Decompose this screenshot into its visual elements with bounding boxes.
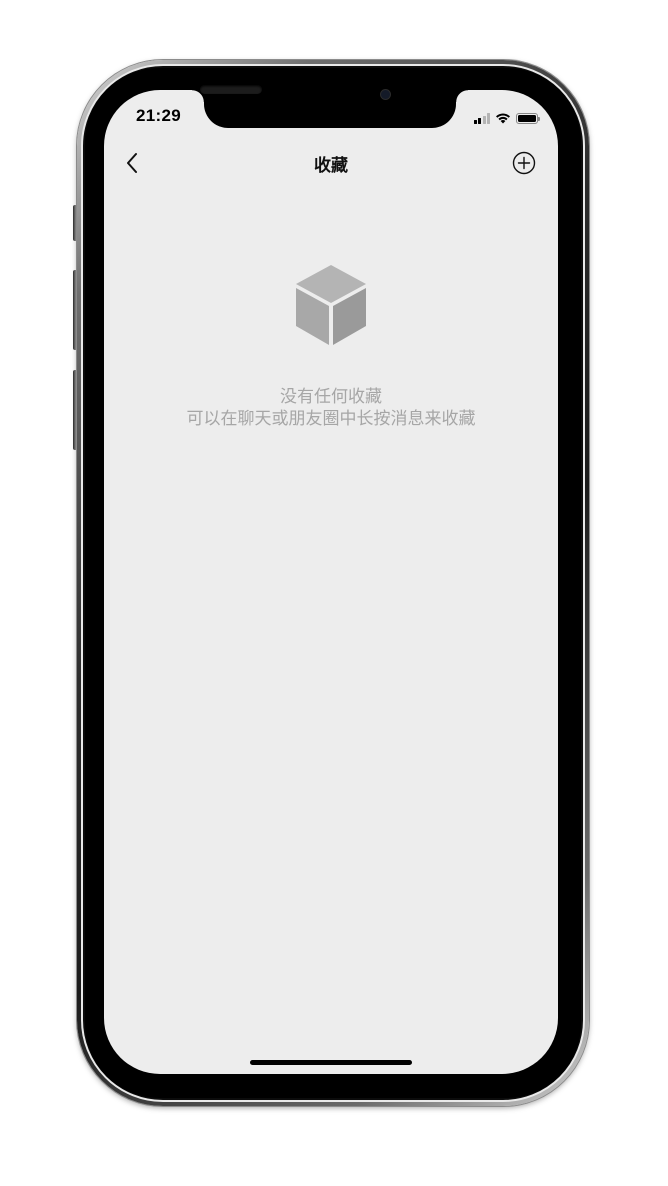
wifi-icon	[496, 113, 510, 124]
empty-state-hint: 可以在聊天或朋友圈中长按消息来收藏	[186, 409, 476, 429]
front-camera	[381, 90, 390, 99]
device-mockup: 21:29 收藏 没有任何收藏 可以在聊天或朋友圈中长按消息来收藏	[0, 0, 668, 1186]
status-icons	[473, 110, 540, 124]
plus-circle-icon[interactable]	[512, 151, 536, 175]
home-indicator	[250, 1060, 412, 1065]
notch	[192, 90, 468, 128]
empty-state-message: 没有任何收藏 可以在聊天或朋友圈中长按消息来收藏	[104, 386, 558, 430]
empty-state-title: 没有任何收藏	[280, 387, 382, 407]
battery-level	[518, 115, 536, 122]
cellular-signal-icon	[473, 113, 490, 124]
status-time: 21:29	[136, 106, 181, 125]
phone-screen: 21:29 收藏 没有任何收藏 可以在聊天或朋友圈中长按消息来收藏	[104, 90, 558, 1074]
cube-icon	[296, 265, 366, 345]
battery-icon	[516, 113, 540, 124]
earpiece-speaker	[200, 85, 262, 94]
page-title: 收藏	[314, 156, 348, 176]
